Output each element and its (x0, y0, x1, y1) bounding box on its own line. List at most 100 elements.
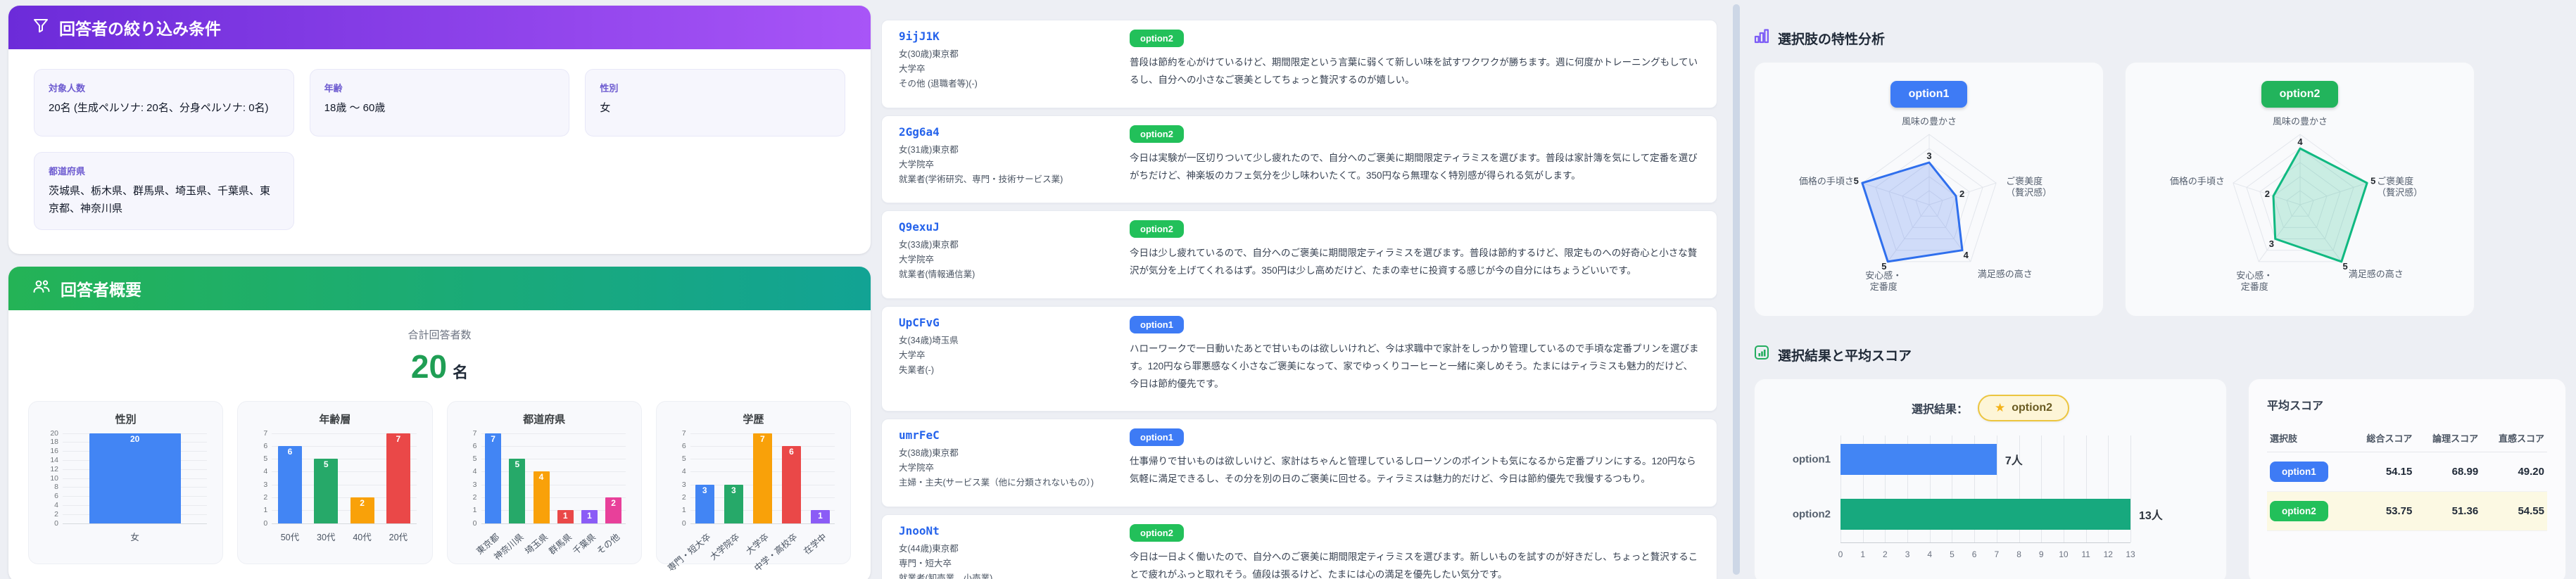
bar-value-label: 7 (491, 433, 495, 444)
filter-box-target-count: 対象人数 20名 (生成ペルソナ: 20名、分身ペルソナ: 0名) (34, 69, 294, 136)
radar-axis-label: 風味の豊かさ (2272, 116, 2327, 127)
chart-title: 年齢層 (319, 413, 351, 426)
bar: 2 (605, 497, 622, 523)
bar-value-label: 3 (731, 485, 736, 495)
x-axis-label: 50代 (280, 532, 300, 542)
respondent-id-link[interactable]: 9ijJ1K (899, 30, 940, 43)
radar-axis-label: 満足感の高さ (2348, 269, 2403, 279)
scrollbar[interactable] (1733, 4, 1740, 575)
y-axis-tick: 0 (472, 518, 477, 528)
chart-plot-area: 0 1 2 3 4 5 6 7 6 5 2 7 (263, 429, 417, 528)
y-axis-tick: 12 (50, 464, 58, 473)
x-axis-label: 女 (130, 532, 139, 542)
x-axis-tick: 5 (1950, 549, 1955, 559)
bar: 7 (386, 433, 410, 523)
result-bar (1841, 444, 1997, 475)
winner-badge: ★ option2 (1978, 395, 2070, 421)
age-group-chart: 年齢層 0 1 2 3 4 5 6 7 6 5 2 7 50代 30代 40代 20代 (237, 400, 433, 564)
respondent-info: 女(38歳)東京都 大学院卒 主婦・主夫(サービス業（他に分類されないもの）) (899, 446, 1110, 490)
respondent-answer: option1 ハローワークで一日動いたあとで甘いものは欲しいけれど、今は求職中で… (1130, 315, 1700, 402)
overview-panel-title: 回答者概要 (61, 280, 141, 299)
dashboard: 回答者の絞り込み条件 対象人数 20名 (生成ペルソナ: 20名、分身ペルソナ:… (0, 0, 2576, 579)
bars-layer: 6 5 2 7 (272, 433, 416, 523)
respondent-comment: 今日は少し疲れているので、自分へのご褒美に期間限定ティラミスを選びます。普段は節… (1130, 248, 1698, 276)
respondent-id-link[interactable]: UpCFvG (899, 316, 940, 329)
x-axis-line (1841, 542, 2130, 543)
filter-panel-header: 回答者の絞り込み条件 (8, 6, 871, 49)
respondent-info-line: 女(31歳)東京都 (899, 144, 959, 155)
respondent-info: 女(44歳)東京都 専門・短大卒 就業者(卸売業、小売業) (899, 542, 1110, 579)
respondent-card[interactable]: 2Gg6a4 女(31歳)東京都 大学院卒 就業者(学術研究、専門・技術サービス業) o… (881, 115, 1717, 203)
respondent-id-link[interactable]: 2Gg6a4 (899, 125, 940, 139)
score-value-cell: 54.55 (2481, 491, 2547, 531)
filter-value: 茨城県、栃木県、群馬県、埼玉県、千葉県、東京都、神奈川県 (49, 185, 271, 215)
radar-value-label: 2 (2264, 189, 2269, 199)
y-axis-tick: 2 (681, 492, 686, 502)
y-axis-tick: 0 (54, 518, 58, 528)
respondent-info-line: 女(38歳)東京都 (899, 448, 959, 458)
option1-pill: option1 (1890, 81, 1968, 108)
bar: 5 (509, 459, 526, 523)
bar: 7 (485, 433, 502, 523)
result-section-title-row: 選択結果と平均スコア (1754, 345, 2569, 364)
chart-title: 性別 (115, 413, 137, 426)
x-axis-labels: 東京都 神奈川県 埼玉県 群馬県 千葉県 その他 (474, 524, 626, 568)
respondent-comment: 仕事帰りで甘いものは欲しいけど、家計はちゃんと管理しているしローソンのポイントも… (1130, 456, 1696, 484)
respondent-info-line: 専門・短大卒 (899, 558, 952, 568)
v-gridline (2130, 435, 2131, 542)
y-axis-tick: 3 (681, 480, 686, 489)
y-axis-tick: 1 (263, 506, 268, 515)
y-axis-tick: 5 (681, 454, 686, 464)
total-respondents-value: 20 (410, 348, 448, 385)
x-axis-tick: 6 (1971, 549, 1977, 559)
respondent-id-link[interactable]: umrFeC (899, 428, 940, 442)
x-axis-tick: 8 (2016, 549, 2021, 559)
x-axis-tick: 4 (1927, 549, 1933, 559)
filter-grid: 対象人数 20名 (生成ペルソナ: 20名、分身ペルソナ: 0名) 年齢 18歳… (8, 49, 871, 254)
col-header-total: 総合スコア (2349, 424, 2416, 452)
respondent-card[interactable]: umrFeC 女(38歳)東京都 大学院卒 主婦・主夫(サービス業（他に分類されないも… (881, 419, 1717, 507)
respondent-id-link[interactable]: JnooNt (899, 524, 940, 537)
score-table-row: option1 54.15 68.99 49.20 (2267, 452, 2547, 492)
bar-value-label: 20 (130, 433, 140, 444)
bar: 6 (781, 445, 801, 523)
choice-badge: option2 (1130, 220, 1184, 238)
bars-layer: 7 5 4 1 1 2 (481, 433, 626, 523)
filter-box-gender: 性別 女 (585, 69, 845, 136)
bar: 3 (724, 484, 743, 523)
total-respondents: 合計回答者数 20 名 (8, 310, 871, 386)
score-value-cell: 53.75 (2349, 491, 2416, 531)
respondent-card[interactable]: Q9exuJ 女(33歳)東京都 大学院卒 就業者(情報通信業) option2 今日は少… (881, 210, 1717, 299)
right-column: 選択肢の特性分析 option1 3 2 4 5 5 風味の豊かさ ご褒美度（贅沢感） 満足感… (1754, 0, 2569, 579)
option-pill: option1 (2270, 462, 2328, 482)
x-axis-label: 40代 (353, 532, 372, 542)
respondent-card[interactable]: JnooNt 女(44歳)東京都 専門・短大卒 就業者(卸売業、小売業) option2… (881, 514, 1717, 579)
x-axis-label: その他 (595, 531, 622, 556)
bars-layer: 20 (63, 433, 207, 523)
y-axis-tick: 6 (54, 492, 58, 501)
x-axis-labels: 女 (63, 524, 207, 548)
respondent-id-link[interactable]: Q9exuJ (899, 220, 940, 234)
bar-value-label: 7 (396, 433, 401, 444)
respondent-info-line: 大学院卒 (899, 463, 935, 473)
radar-axis-label: 安心感・定番度 (1865, 270, 1902, 292)
star-icon: ★ (1995, 401, 2006, 414)
bars-layer: 3 3 7 6 1 (690, 433, 835, 523)
bar-value-label: 2 (360, 497, 365, 508)
respondent-card[interactable]: UpCFvG 女(34歳)埼玉県 大学卒 失業者(-) option1 ハローワークで一日… (881, 305, 1717, 412)
radar-card-option1: option1 3 2 4 5 5 風味の豊かさ ご褒美度（贅沢感） 満足感の高さ 安心感・定番… (1754, 62, 2104, 317)
radar-axis-label: 安心感・定番度 (2236, 270, 2273, 292)
total-respondents-unit: 名 (453, 363, 469, 381)
x-axis-tick: 12 (2103, 549, 2113, 559)
bar: 1 (810, 510, 830, 523)
x-axis-label: 在学中 (802, 531, 829, 556)
y-axis-tick: 2 (54, 509, 58, 518)
result-section-title: 選択結果と平均スコア (1778, 348, 1912, 364)
respondent-card[interactable]: 9ijJ1K 女(30歳)東京都 大学卒 その他 (退職者等)(-) option2 普段… (881, 20, 1717, 108)
x-axis-label: 30代 (317, 532, 336, 542)
respondent-info: 女(33歳)東京都 大学院卒 就業者(情報通信業) (899, 238, 1110, 282)
x-axis-tick: 10 (2059, 549, 2069, 559)
prefecture-chart: 都道府県 0 1 2 3 4 5 6 7 7 5 4 1 1 2 東京都 神奈川県 埼玉県 群馬県 千葉県 その他 (446, 400, 642, 564)
respondent-list[interactable]: 9ijJ1K 女(30歳)東京都 大学卒 その他 (退職者等)(-) option2 普段… (881, 0, 1717, 579)
filter-panel: 回答者の絞り込み条件 対象人数 20名 (生成ペルソナ: 20名、分身ペルソナ:… (8, 6, 871, 254)
